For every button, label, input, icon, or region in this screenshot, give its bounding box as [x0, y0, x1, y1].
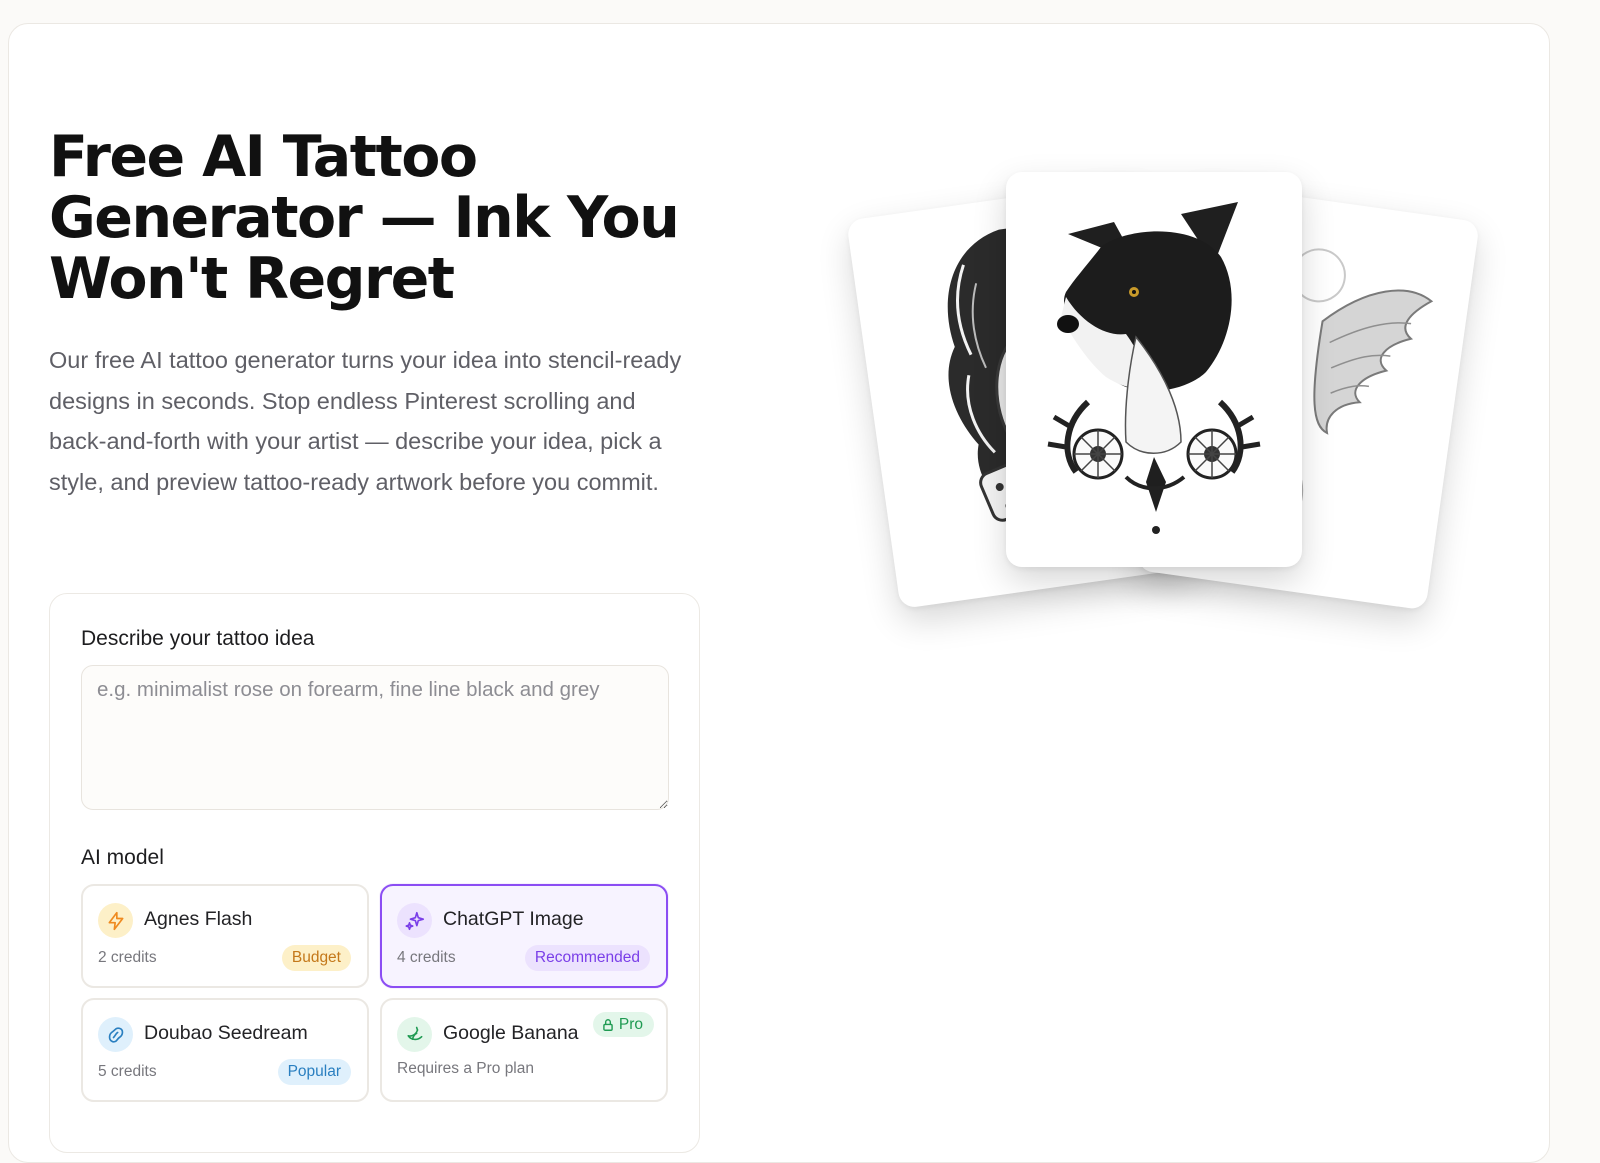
recommended-badge: Recommended [524, 945, 650, 971]
pro-badge: Pro [592, 1012, 654, 1037]
page-title: Free AI Tattoo Generator — Ink You Won't… [49, 124, 680, 312]
model-option-doubao-seedream[interactable]: Doubao Seedream 5 credits Popular [81, 998, 369, 1102]
popular-badge: Popular [277, 1059, 351, 1085]
lock-icon [603, 1018, 613, 1031]
dog-portrait-tattoo-art [1047, 202, 1261, 534]
banana-icon [397, 1017, 432, 1052]
model-credits: Requires a Pro plan [397, 1060, 534, 1077]
model-name: Google Banana [443, 1022, 579, 1044]
model-name: ChatGPT Image [443, 908, 584, 930]
tattoo-idea-input[interactable] [81, 665, 669, 810]
pro-badge-label: Pro [618, 1015, 643, 1033]
tattoo-example-card-dog-portrait [1006, 172, 1302, 567]
model-option-google-banana[interactable]: Google Banana Requires a Pro plan Pro [380, 998, 668, 1102]
model-credits: 5 credits [98, 1063, 157, 1080]
sparkles-icon [397, 903, 432, 938]
idea-label: Describe your tattoo idea [81, 627, 315, 650]
tattoo-examples-gallery: La [840, 160, 1480, 640]
hero-description: Our free AI tattoo generator turns your … [49, 347, 682, 495]
model-name: Doubao Seedream [144, 1022, 308, 1044]
right-flower [1186, 428, 1238, 480]
generator-form: Describe your tattoo idea AI model Agnes… [49, 593, 700, 1153]
lightning-icon [98, 903, 133, 938]
budget-badge: Budget [281, 945, 351, 971]
model-option-agnes-flash[interactable]: Agnes Flash 2 credits Budget [81, 884, 369, 988]
model-credits: 4 credits [397, 949, 456, 966]
model-option-chatgpt-image[interactable]: ChatGPT Image 4 credits Recommended [380, 884, 668, 988]
bean-icon [98, 1017, 133, 1052]
model-credits: 2 credits [98, 949, 157, 966]
left-flower [1072, 428, 1124, 480]
model-name: Agnes Flash [144, 908, 253, 930]
model-label: AI model [81, 846, 164, 869]
